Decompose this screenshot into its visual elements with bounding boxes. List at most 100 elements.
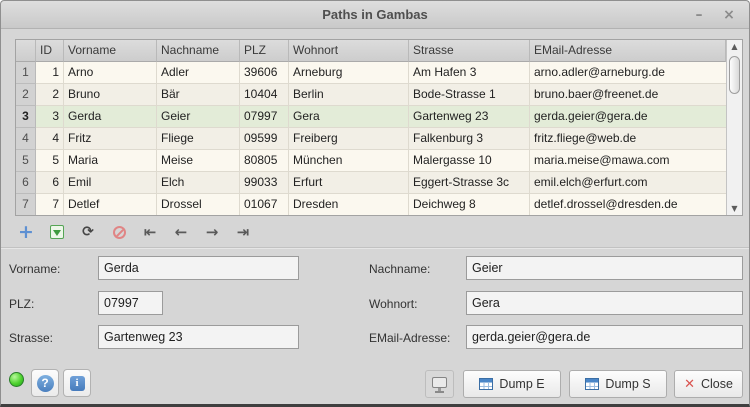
cell-nachname[interactable]: Geier <box>157 106 240 128</box>
cell-email[interactable]: emil.elch@erfurt.com <box>530 172 726 194</box>
cell-plz[interactable]: 07997 <box>240 106 289 128</box>
cell-vorname[interactable]: Maria <box>64 150 157 172</box>
refresh-button[interactable]: ⟳ <box>79 222 97 242</box>
vertical-scrollbar[interactable]: ▲ ▼ <box>726 40 742 215</box>
cell-plz[interactable]: 39606 <box>240 62 289 84</box>
save-record-button[interactable] <box>48 222 66 242</box>
scrollbar-thumb[interactable] <box>729 56 740 94</box>
cell-email[interactable]: arno.adler@arneburg.de <box>530 62 726 84</box>
cell-vorname[interactable]: Gerda <box>64 106 157 128</box>
row-number[interactable]: 3 <box>16 106 36 128</box>
row-number[interactable]: 5 <box>16 150 36 172</box>
row-number[interactable]: 7 <box>16 194 36 215</box>
cell-plz[interactable]: 80805 <box>240 150 289 172</box>
column-header-strasse[interactable]: Strasse <box>409 40 530 62</box>
table-row[interactable]: 4 4 Fritz Fliege 09599 Freiberg Falkenbu… <box>16 128 726 150</box>
cell-strasse[interactable]: Falkenburg 3 <box>409 128 530 150</box>
cell-strasse[interactable]: Gartenweg 23 <box>409 106 530 128</box>
cell-strasse[interactable]: Deichweg 8 <box>409 194 530 215</box>
cell-id[interactable]: 7 <box>36 194 64 215</box>
cell-nachname[interactable]: Bär <box>157 84 240 106</box>
screen-button[interactable] <box>425 370 454 398</box>
add-record-button[interactable]: + <box>17 222 35 242</box>
scroll-up-icon[interactable]: ▲ <box>727 42 742 51</box>
cell-strasse[interactable]: Bode-Strasse 1 <box>409 84 530 106</box>
first-record-button[interactable]: ⇤ <box>141 222 159 242</box>
column-header-plz[interactable]: PLZ <box>240 40 289 62</box>
cell-vorname[interactable]: Detlef <box>64 194 157 215</box>
column-header-nachname[interactable]: Nachname <box>157 40 240 62</box>
row-number[interactable]: 6 <box>16 172 36 194</box>
cell-wohnort[interactable]: Gera <box>289 106 409 128</box>
email-field[interactable] <box>466 325 743 349</box>
cell-id[interactable]: 5 <box>36 150 64 172</box>
row-number[interactable]: 1 <box>16 62 36 84</box>
cell-id[interactable]: 3 <box>36 106 64 128</box>
cell-wohnort[interactable]: Berlin <box>289 84 409 106</box>
cell-email[interactable]: detlef.drossel@dresden.de <box>530 194 726 215</box>
cell-nachname[interactable]: Fliege <box>157 128 240 150</box>
cell-plz[interactable]: 09599 <box>240 128 289 150</box>
cell-strasse[interactable]: Malergasse 10 <box>409 150 530 172</box>
table-row[interactable]: 1 1 Arno Adler 39606 Arneburg Am Hafen 3… <box>16 62 726 84</box>
close-button[interactable]: ✕ Close <box>674 370 743 398</box>
scroll-down-icon[interactable]: ▼ <box>727 204 742 213</box>
cell-wohnort[interactable]: Freiberg <box>289 128 409 150</box>
table-row-selected[interactable]: 3 3 Gerda Geier 07997 Gera Gartenweg 23 … <box>16 106 726 128</box>
help-button[interactable]: ? <box>31 369 59 397</box>
cell-plz[interactable]: 99033 <box>240 172 289 194</box>
column-header-vorname[interactable]: Vorname <box>64 40 157 62</box>
previous-record-button[interactable]: ← <box>172 222 190 242</box>
cell-plz[interactable]: 01067 <box>240 194 289 215</box>
cell-nachname[interactable]: Drossel <box>157 194 240 215</box>
dump-e-button[interactable]: Dump E <box>463 370 561 398</box>
cell-email[interactable]: maria.meise@mawa.com <box>530 150 726 172</box>
cell-vorname[interactable]: Fritz <box>64 128 157 150</box>
last-record-button[interactable]: ⇥ <box>234 222 252 242</box>
plus-icon: + <box>18 221 34 243</box>
cell-strasse[interactable]: Am Hafen 3 <box>409 62 530 84</box>
close-window-button[interactable]: × <box>719 5 739 25</box>
dump-s-button[interactable]: Dump S <box>569 370 667 398</box>
cell-wohnort[interactable]: Dresden <box>289 194 409 215</box>
cell-email[interactable]: bruno.baer@freenet.de <box>530 84 726 106</box>
cell-wohnort[interactable]: Arneburg <box>289 62 409 84</box>
cell-nachname[interactable]: Adler <box>157 62 240 84</box>
table-row[interactable]: 2 2 Bruno Bär 10404 Berlin Bode-Strasse … <box>16 84 726 106</box>
cell-vorname[interactable]: Arno <box>64 62 157 84</box>
table-row[interactable]: 5 5 Maria Meise 80805 München Malergasse… <box>16 150 726 172</box>
cell-email[interactable]: fritz.fliege@web.de <box>530 128 726 150</box>
strasse-field[interactable] <box>98 325 299 349</box>
plz-field[interactable] <box>98 291 163 315</box>
column-header-email[interactable]: EMail-Adresse <box>530 40 726 62</box>
next-record-button[interactable]: → <box>203 222 221 242</box>
column-header-id[interactable]: ID <box>36 40 64 62</box>
nachname-field[interactable] <box>466 256 743 280</box>
row-number[interactable]: 4 <box>16 128 36 150</box>
cell-id[interactable]: 2 <box>36 84 64 106</box>
info-button[interactable]: i <box>63 369 91 397</box>
data-grid: ID Vorname Nachname PLZ Wohnort Strasse … <box>15 39 743 216</box>
column-header-wohnort[interactable]: Wohnort <box>289 40 409 62</box>
cell-wohnort[interactable]: Erfurt <box>289 172 409 194</box>
table-row[interactable]: 6 6 Emil Elch 99033 Erfurt Eggert-Strass… <box>16 172 726 194</box>
cell-strasse[interactable]: Eggert-Strasse 3c <box>409 172 530 194</box>
corner-header[interactable] <box>16 40 36 62</box>
cancel-button[interactable] <box>110 222 128 242</box>
cell-id[interactable]: 6 <box>36 172 64 194</box>
cell-plz[interactable]: 10404 <box>240 84 289 106</box>
minimize-button[interactable]: – <box>689 5 709 25</box>
cell-id[interactable]: 1 <box>36 62 64 84</box>
cell-nachname[interactable]: Meise <box>157 150 240 172</box>
cell-vorname[interactable]: Emil <box>64 172 157 194</box>
cell-id[interactable]: 4 <box>36 128 64 150</box>
row-number[interactable]: 2 <box>16 84 36 106</box>
cell-email[interactable]: gerda.geier@gera.de <box>530 106 726 128</box>
wohnort-field[interactable] <box>466 291 743 315</box>
vorname-field[interactable] <box>98 256 299 280</box>
table-row[interactable]: 7 7 Detlef Drossel 01067 Dresden Deichwe… <box>16 194 726 215</box>
cell-wohnort[interactable]: München <box>289 150 409 172</box>
titlebar[interactable]: Paths in Gambas – × <box>1 1 749 29</box>
cell-nachname[interactable]: Elch <box>157 172 240 194</box>
cell-vorname[interactable]: Bruno <box>64 84 157 106</box>
